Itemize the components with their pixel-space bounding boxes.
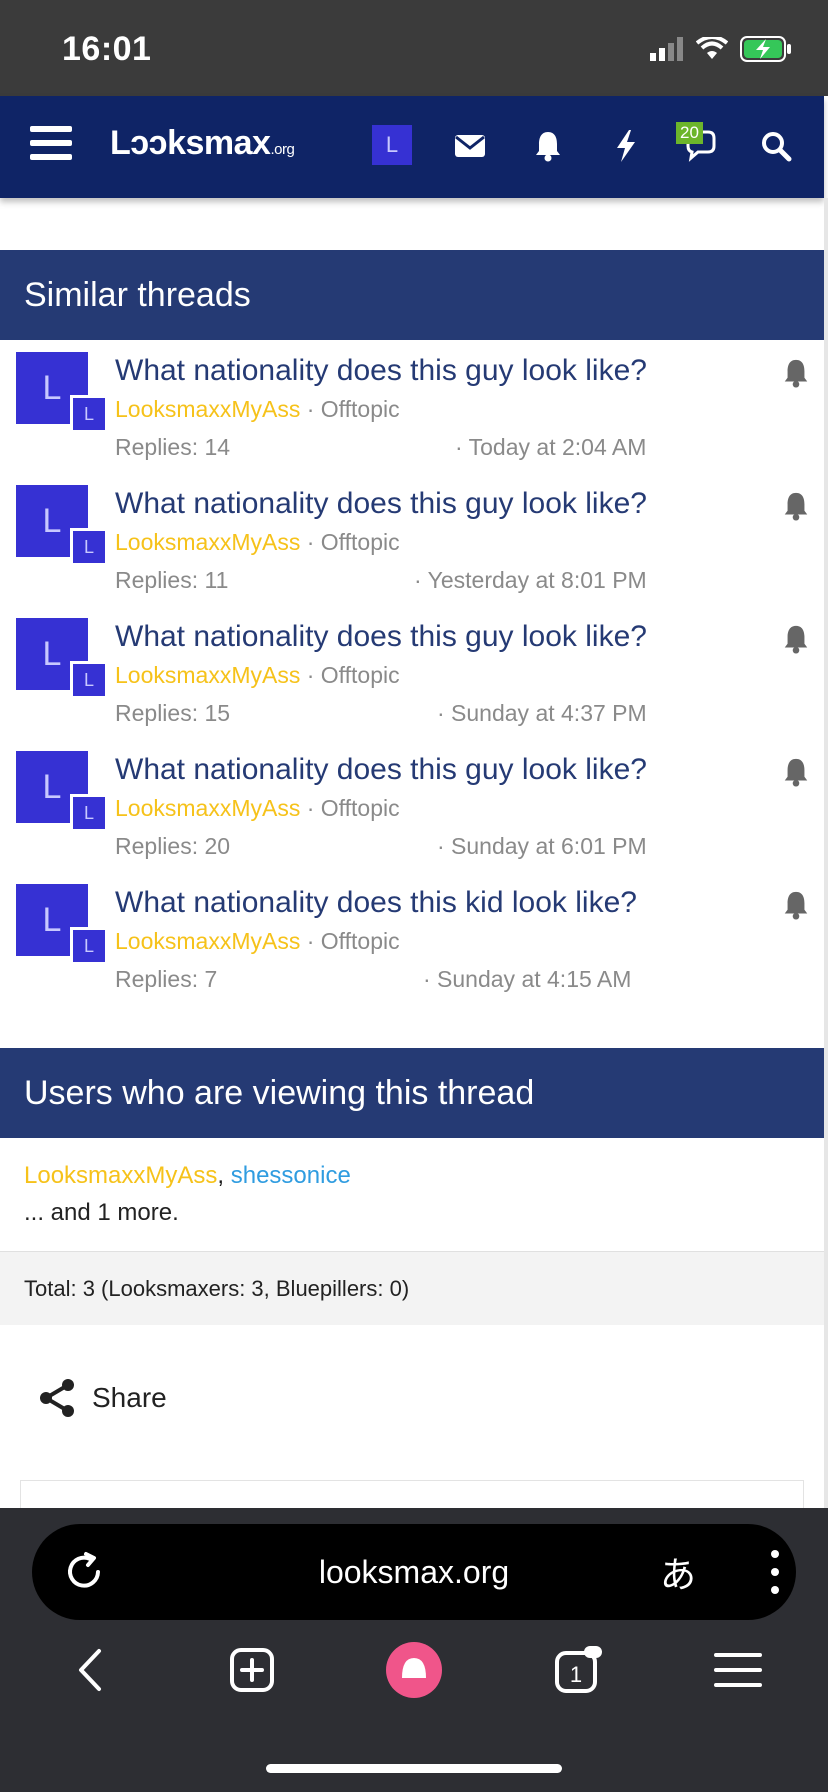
status-bar: 16:01	[0, 0, 828, 96]
thread-meta: LooksmaxxMyAss · Offtopic	[115, 662, 400, 689]
thread-date[interactable]: · Today at 2:04 AM	[455, 434, 646, 461]
user-avatar[interactable]: L	[372, 125, 412, 165]
thread-last-poster-avatar[interactable]: L	[70, 927, 108, 965]
thread-replies: Replies: 7	[115, 966, 218, 992]
thread-forum[interactable]: · Offtopic	[307, 928, 400, 954]
more-options-icon[interactable]	[770, 1550, 780, 1594]
thread-author[interactable]: LooksmaxxMyAss	[115, 928, 300, 954]
thread-replies: Replies: 11	[115, 567, 229, 593]
thread-last-poster-avatar[interactable]: L	[70, 395, 108, 433]
thread-author[interactable]: LooksmaxxMyAss	[115, 396, 300, 422]
thread-title[interactable]: What nationality does this kid look like…	[115, 886, 637, 920]
translate-icon[interactable]: あ	[660, 1546, 696, 1598]
site-logo[interactable]: Lɔɔksmax.org	[110, 124, 295, 163]
viewing-users-list: LooksmaxxMyAss, shessonice	[24, 1162, 351, 1190]
viewer-separator: ,	[217, 1162, 225, 1189]
thread-last-poster-avatar[interactable]: L	[70, 528, 108, 566]
watch-bell-icon[interactable]	[782, 358, 810, 388]
thread-replies: Replies: 20	[115, 833, 231, 859]
thread-date[interactable]: · Yesterday at 8:01 PM	[414, 567, 647, 594]
site-header: Lɔɔksmax.org L 20	[0, 96, 824, 198]
watch-bell-icon[interactable]	[782, 491, 810, 521]
thread-title[interactable]: What nationality does this guy look like…	[115, 354, 647, 388]
thread-forum[interactable]: · Offtopic	[307, 396, 400, 422]
logo-text: Lɔɔksmax	[110, 124, 271, 162]
signal-icon	[650, 37, 683, 61]
thread-meta: LooksmaxxMyAss · Offtopic	[115, 529, 400, 556]
thread-last-poster-avatar[interactable]: L	[70, 794, 108, 832]
wifi-icon	[696, 37, 728, 59]
thread-author[interactable]: LooksmaxxMyAss	[115, 529, 300, 555]
scroll-edge	[824, 198, 828, 1508]
watch-bell-icon[interactable]	[782, 890, 810, 920]
browser-nav: 1	[0, 1640, 828, 1710]
thread-date[interactable]: · Sunday at 4:15 AM	[423, 966, 631, 993]
browser-menu-icon[interactable]	[708, 1640, 768, 1700]
thread-forum[interactable]: · Offtopic	[307, 529, 400, 555]
thread-item[interactable]: L L What nationality does this kid look …	[0, 872, 824, 1005]
alerts-badge: 20	[676, 122, 703, 144]
thread-meta: LooksmaxxMyAss · Offtopic	[115, 396, 400, 423]
assistant-icon[interactable]	[384, 1640, 444, 1700]
thread-meta: LooksmaxxMyAss · Offtopic	[115, 928, 400, 955]
viewing-users-header: Users who are viewing this thread	[0, 1048, 824, 1138]
back-icon[interactable]	[60, 1640, 120, 1700]
thread-item[interactable]: L L What nationality does this guy look …	[0, 340, 824, 473]
thread-title[interactable]: What nationality does this guy look like…	[115, 753, 647, 787]
search-icon[interactable]	[758, 128, 794, 164]
thread-date[interactable]: · Sunday at 4:37 PM	[437, 700, 647, 727]
thread-replies: Replies: 14	[115, 434, 231, 460]
address-bar[interactable]: looksmax.org あ	[32, 1524, 796, 1620]
envelope-icon[interactable]	[452, 128, 488, 164]
viewer-link[interactable]: shessonice	[231, 1162, 351, 1189]
status-time: 16:01	[62, 30, 152, 68]
watch-bell-icon[interactable]	[782, 757, 810, 787]
logo-org: .org	[270, 141, 295, 158]
share-icon	[40, 1379, 74, 1417]
thread-item[interactable]: L L What nationality does this guy look …	[0, 473, 824, 606]
thread-title[interactable]: What nationality does this guy look like…	[115, 620, 647, 654]
tabs-icon[interactable]: 1	[548, 1640, 608, 1700]
thread-forum[interactable]: · Offtopic	[307, 662, 400, 688]
thread-meta: LooksmaxxMyAss · Offtopic	[115, 795, 400, 822]
thread-date[interactable]: · Sunday at 6:01 PM	[437, 833, 647, 860]
viewers-total: Total: 3 (Looksmaxers: 3, Bluepillers: 0…	[0, 1251, 824, 1325]
bell-icon[interactable]	[530, 128, 566, 164]
share-label: Share	[92, 1382, 167, 1413]
thread-item[interactable]: L L What nationality does this guy look …	[0, 739, 824, 872]
thread-forum[interactable]: · Offtopic	[307, 795, 400, 821]
thread-replies: Replies: 15	[115, 700, 231, 726]
share-button[interactable]: Share	[38, 1378, 167, 1418]
watch-bell-icon[interactable]	[782, 624, 810, 654]
home-indicator[interactable]	[266, 1764, 562, 1773]
menu-icon[interactable]	[30, 126, 72, 166]
viewer-link[interactable]: LooksmaxxMyAss	[24, 1162, 217, 1189]
tabs-count: 1	[570, 1662, 582, 1687]
battery-charging-icon	[740, 36, 791, 62]
thread-author[interactable]: LooksmaxxMyAss	[115, 795, 300, 821]
viewers-more: ... and 1 more.	[24, 1199, 179, 1226]
new-tab-icon[interactable]	[222, 1640, 282, 1700]
thread-last-poster-avatar[interactable]: L	[70, 661, 108, 699]
thread-author[interactable]: LooksmaxxMyAss	[115, 662, 300, 688]
status-icons	[650, 36, 792, 62]
lightning-icon[interactable]	[608, 128, 644, 164]
thread-item[interactable]: L L What nationality does this guy look …	[0, 606, 824, 739]
thread-title[interactable]: What nationality does this guy look like…	[115, 487, 647, 521]
similar-threads-header: Similar threads	[0, 250, 824, 340]
